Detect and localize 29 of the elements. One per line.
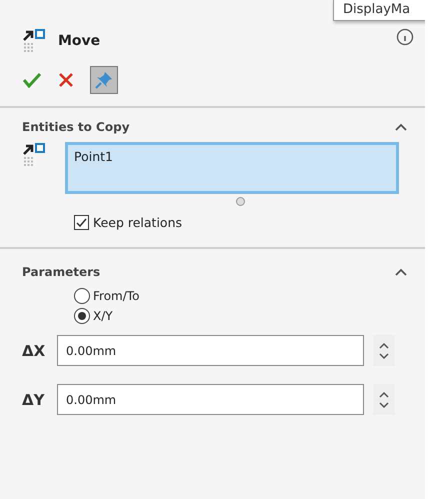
input-field[interactable]: 0.00mm [57,335,364,366]
up-down-icon[interactable] [379,342,389,360]
field-label: ΔY [21,390,46,408]
spinner-icon[interactable] [373,335,395,366]
field-label: ΔX [21,342,46,360]
tooltip: DisplayMa [333,0,425,21]
section-title: Parameters [22,265,100,279]
selection-icon [22,142,46,168]
help-icon[interactable] [396,28,414,46]
keep-relations-checkbox[interactable]: Keep relations [74,215,182,230]
caret-icon[interactable] [395,123,407,131]
tick-icon [75,216,88,229]
close-icon [59,73,73,87]
section-title: Entities to Copy [22,120,130,134]
radio-option[interactable]: From/To [74,288,140,304]
check-icon [23,72,41,88]
caret-icon[interactable] [395,268,407,276]
radio-option[interactable]: X/Y [74,308,113,324]
move-icon [22,28,46,54]
up-down-icon[interactable] [379,390,389,408]
panel-title: Move [58,33,100,49]
selection-list[interactable]: Point1 [65,142,399,194]
radio-icon[interactable] [74,288,90,304]
radio-icon[interactable] [74,308,90,324]
checkbox-icon[interactable] [74,215,89,230]
resize-handle[interactable] [236,197,245,206]
input-field[interactable]: 0.00mm [57,384,364,415]
pin-icon [94,70,114,90]
spinner-icon[interactable] [373,384,395,415]
